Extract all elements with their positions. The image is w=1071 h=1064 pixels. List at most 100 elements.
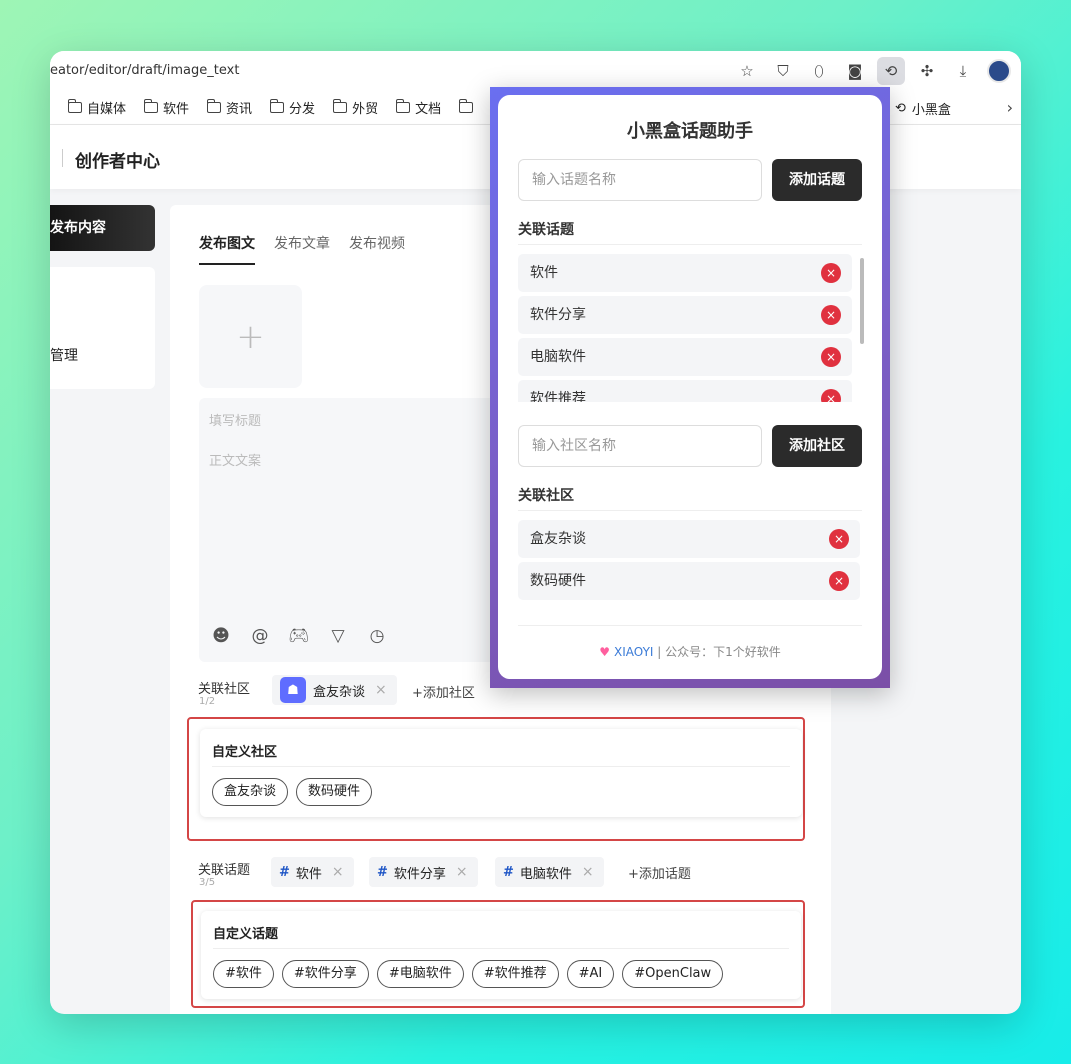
browser-window: eator/editor/draft/image_text ☆ ⛉ ⬯ ◙ ⟲ … xyxy=(50,51,1021,1014)
bookmark-folder[interactable]: 分发 xyxy=(269,98,315,117)
url-text[interactable]: eator/editor/draft/image_text xyxy=(50,63,239,78)
bookmark-folder[interactable]: 资讯 xyxy=(206,98,252,117)
sidebar-menu: 管理 xyxy=(50,267,155,389)
popup-title: 小黑盒话题助手 xyxy=(627,121,753,142)
community-label: 关联社区 xyxy=(198,682,251,697)
add-topic-popup-button[interactable]: 添加话题 xyxy=(772,159,862,201)
divider xyxy=(518,625,862,626)
toolbar-icons: ☆ ⛉ ⬯ ◙ ⟲ ✣ ⤓ xyxy=(733,57,1021,85)
close-icon[interactable]: × xyxy=(375,682,387,698)
hash-icon: # xyxy=(503,864,514,880)
popup-community-item: 数码硬件 × xyxy=(518,562,860,600)
delete-icon[interactable]: × xyxy=(821,389,841,402)
divider xyxy=(212,766,790,767)
emoji-icon[interactable]: ☻ xyxy=(211,626,231,646)
delete-icon[interactable]: × xyxy=(821,263,841,283)
page-title: 创作者中心 xyxy=(75,152,160,172)
bookmark-folder[interactable]: 软件 xyxy=(143,98,189,117)
shield-icon[interactable]: ⛉ xyxy=(769,57,797,85)
chevron-right-icon[interactable]: › xyxy=(1007,98,1013,117)
heart-icon: ♥ xyxy=(599,645,611,659)
folder-icon xyxy=(206,99,222,113)
bookmark-folder[interactable] xyxy=(458,99,478,113)
custom-topics-tags: #软件 #软件分享 #电脑软件 #软件推荐 #AI #OpenClaw xyxy=(213,960,731,988)
puzzle-icon[interactable]: ✣ xyxy=(913,57,941,85)
game-icon[interactable]: ◙ xyxy=(841,57,869,85)
popup-topic-list[interactable]: 软件 × 软件分享 × 电脑软件 × 软件推荐 × xyxy=(518,254,864,402)
close-icon[interactable]: × xyxy=(582,864,594,880)
divider xyxy=(213,948,789,949)
custom-community-card: 自定义社区 盒友杂谈 数码硬件 xyxy=(200,729,802,817)
bookmark-folder[interactable]: 文档 xyxy=(395,98,441,117)
delete-icon[interactable]: × xyxy=(821,347,841,367)
popup-community-item: 盒友杂谈 × xyxy=(518,520,860,558)
popup-community-heading: 关联社区 xyxy=(518,488,574,504)
topic-name-input[interactable]: 输入话题名称 xyxy=(518,159,762,201)
clock-icon[interactable]: ◷ xyxy=(367,626,387,646)
close-icon[interactable]: × xyxy=(332,864,344,880)
xiaoheihe-icon: ⟲ xyxy=(895,100,906,116)
add-community-popup-button[interactable]: 添加社区 xyxy=(772,425,862,467)
gamepad-icon[interactable]: 🎮︎ xyxy=(288,626,310,646)
delete-icon[interactable]: × xyxy=(829,571,849,591)
ext-icon[interactable]: ⬯ xyxy=(805,57,833,85)
bookmark-folder[interactable]: 自媒体 xyxy=(67,98,126,117)
community-icon: ☗ xyxy=(280,677,306,703)
add-community-button[interactable]: +添加社区 xyxy=(412,682,475,701)
topic-tag[interactable]: #软件分享 xyxy=(281,960,369,988)
folder-icon xyxy=(67,99,82,113)
tab-image-text[interactable]: 发布图文 xyxy=(199,233,255,265)
hash-icon: # xyxy=(377,864,388,880)
topic-tag[interactable]: #软件 xyxy=(213,960,274,988)
extension-popup: 小黑盒话题助手 输入话题名称 添加话题 关联话题 软件 × 软件分享 × 电脑软件 ×… xyxy=(498,95,882,679)
tab-video[interactable]: 发布视频 xyxy=(349,233,405,265)
delete-icon[interactable]: × xyxy=(821,305,841,325)
community-count: 1/2 xyxy=(199,696,216,707)
topics-label: 关联话题 xyxy=(198,863,251,878)
topic-tag[interactable]: #电脑软件 xyxy=(376,960,464,988)
popup-footer: ♥ XIAOYI | 公众号：下1个好软件 xyxy=(498,643,882,660)
topic-chip: # 软件 × xyxy=(271,857,354,887)
publish-tabs: 发布图文 发布文章 发布视频 xyxy=(199,233,424,265)
community-tag[interactable]: 盒友杂谈 xyxy=(212,778,289,806)
at-icon[interactable]: @ xyxy=(250,626,270,646)
topic-tag[interactable]: #软件推荐 xyxy=(471,960,559,988)
topic-tag[interactable]: #OpenClaw xyxy=(622,960,724,988)
footer-text: | 公众号：下1个好软件 xyxy=(653,645,781,659)
bookmark-xiaoheihe[interactable]: ⟲ 小黑盒 xyxy=(895,91,951,125)
header-divider xyxy=(62,149,63,167)
footer-brand-link[interactable]: XIAOYI xyxy=(614,645,653,659)
custom-community-title: 自定义社区 xyxy=(212,745,278,760)
bookmark-folder[interactable]: 外贸 xyxy=(332,98,378,117)
plus-icon: + xyxy=(236,316,265,357)
community-name-input[interactable]: 输入社区名称 xyxy=(518,425,762,467)
folder-icon xyxy=(395,99,411,113)
sidebar-item-manage[interactable]: 管理 xyxy=(50,345,78,365)
profile-avatar[interactable] xyxy=(985,57,1013,85)
divider xyxy=(518,510,862,511)
topic-chip: # 软件分享 × xyxy=(369,857,478,887)
topic-chip: # 电脑软件 × xyxy=(495,857,604,887)
publish-content-button[interactable]: 发布内容 xyxy=(50,205,155,251)
xiaoheihe-extension-icon[interactable]: ⟲ xyxy=(877,57,905,85)
community-chip: ☗ 盒友杂谈 × xyxy=(272,675,397,705)
close-icon[interactable]: × xyxy=(456,864,468,880)
community-tag[interactable]: 数码硬件 xyxy=(296,778,373,806)
body-input[interactable]: 正文文案 xyxy=(209,450,261,469)
popup-scrollbar[interactable] xyxy=(860,258,864,344)
popup-community-list: 盒友杂谈 × 数码硬件 × xyxy=(518,520,864,604)
delete-icon[interactable]: × xyxy=(829,529,849,549)
image-upload-button[interactable]: + xyxy=(199,285,302,388)
download-icon[interactable]: ⤓ xyxy=(949,57,977,85)
tab-article[interactable]: 发布文章 xyxy=(274,233,330,265)
star-icon[interactable]: ☆ xyxy=(733,57,761,85)
add-topic-button[interactable]: +添加话题 xyxy=(628,863,691,882)
divider xyxy=(518,244,862,245)
topic-tag[interactable]: #AI xyxy=(566,960,615,988)
folder-icon xyxy=(269,99,285,113)
hash-icon: # xyxy=(279,864,290,880)
vote-icon[interactable]: ▽ xyxy=(328,626,348,646)
text-editor[interactable]: 填写标题 正文文案 ☻ @ 🎮︎ ▽ ◷ xyxy=(199,398,499,662)
folder-icon xyxy=(458,99,474,113)
title-input[interactable]: 填写标题 xyxy=(209,410,261,429)
